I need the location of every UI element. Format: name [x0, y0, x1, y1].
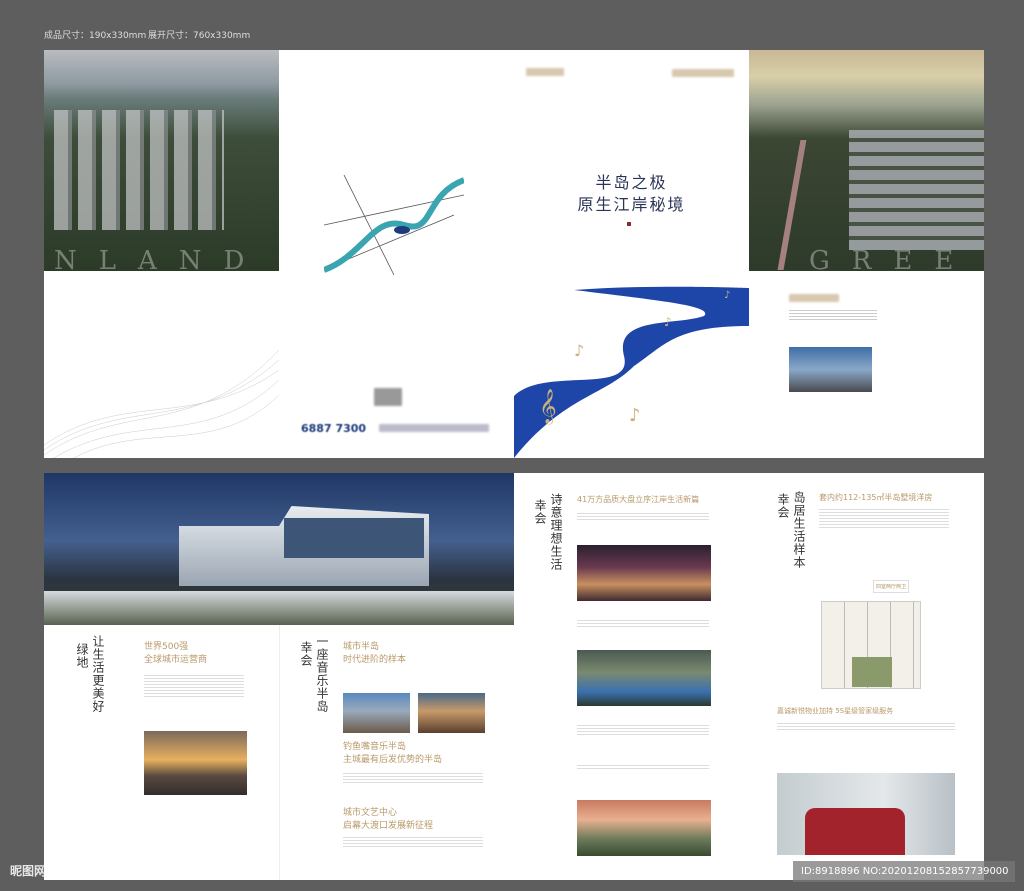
headline4-line1: 城市文艺中心: [343, 808, 398, 818]
headline2-line2: 时代进阶的样本: [343, 655, 407, 665]
aerial-photo: NLAND: [44, 50, 279, 276]
headline1-line1: 世界500强: [144, 642, 189, 652]
night-street-photo: [577, 545, 711, 601]
svg-text:♪: ♪: [629, 405, 641, 426]
cover-title-line1: 半岛之极: [595, 173, 668, 192]
bg-letters: GREE: [809, 246, 976, 276]
finished-size-label: 成品尺寸：190x330mm: [44, 31, 147, 41]
v-title-b: 让生活更美好: [91, 635, 105, 713]
sunset-city-photo: [144, 731, 247, 795]
svg-text:♪: ♪: [724, 290, 730, 301]
unit-type: 四室两厅两卫: [873, 580, 910, 593]
bg-letters: NLAND: [54, 246, 267, 276]
headline1-line2: 全球城市运营商: [144, 655, 208, 665]
subtitle-text: [789, 294, 839, 302]
spread-2: 绿地 让生活更美好 世界500强全球城市运营商 幸会 一座音乐半岛 城市半岛时代…: [44, 473, 514, 880]
location-map: [324, 175, 464, 275]
staff-photo: [777, 773, 955, 855]
line-art: [44, 349, 279, 458]
qr-code: [374, 388, 402, 406]
svg-text:𝄞: 𝄞: [539, 389, 557, 425]
dot-divider: [627, 222, 631, 226]
svg-text:♪: ♪: [664, 315, 672, 329]
v-title-b: 岛居生活样本: [792, 491, 806, 569]
cover-title-line2: 原生江岸秘境: [577, 195, 686, 214]
v-title-b: 诗意理想生活: [549, 493, 563, 571]
site-watermark: 昵图网 www.nipic.com: [10, 864, 153, 878]
headline4-line2: 启幕大渡口发展新征程: [343, 821, 434, 831]
city-photo: [789, 347, 872, 392]
v-title2-a: 幸会: [299, 641, 313, 667]
page-7: 幸会 诗意理想生活 41万方品质大盘立序江岸生活新篇: [514, 473, 749, 880]
svg-text:♪: ♪: [574, 341, 584, 360]
headline3-line2: 主城最有后发优势的半岛: [343, 755, 443, 765]
address-text: [379, 424, 489, 432]
page-2: 6887 7300: [279, 50, 514, 458]
bridge-photo: [577, 650, 711, 706]
river-music-graphic: 𝄞 ♪ ♪ ♪ ♪: [514, 286, 749, 458]
v-title-a: 幸会: [776, 493, 790, 519]
floor-plan: [821, 601, 921, 689]
v-title-a: 绿地: [75, 643, 89, 669]
open-size-label: 展开尺寸：760x330mm: [148, 31, 251, 41]
project-logo: [672, 69, 734, 77]
v-title-a: 幸会: [533, 499, 547, 525]
phone-number: 6887 7300: [301, 422, 367, 435]
park-photo: [577, 800, 711, 856]
page-8: 幸会 岛居生活样本 套内约112-135㎡半岛墅境洋房 四室两厅两卫 嘉诚新悦物…: [749, 473, 984, 880]
page-3-cover: 半岛之极 原生江岸秘境 𝄞 ♪ ♪ ♪ ♪: [514, 50, 749, 458]
logo: [526, 68, 564, 76]
headline: 41万方品质大盘立序江岸生活新篇: [577, 495, 700, 504]
page-4: GREE: [749, 50, 984, 458]
clubhouse-photo: [44, 473, 514, 625]
id-watermark: ID:8918896 NO:20201208152857739000: [793, 861, 1015, 882]
headline3-line1: 钓鱼嘴音乐半岛: [343, 742, 407, 752]
aerial-photo: GREE: [749, 50, 984, 276]
city-photo-1: [343, 693, 410, 733]
page-1: NLAND: [44, 50, 279, 458]
v-title2-b: 一座音乐半岛: [315, 635, 329, 713]
headline2-line1: 城市半岛: [343, 642, 380, 652]
city-photo-2: [418, 693, 485, 733]
headline: 套内约112-135㎡半岛墅境洋房: [819, 493, 933, 502]
service-headline: 嘉诚新悦物业加持 5S星级管家级服务: [777, 707, 894, 715]
